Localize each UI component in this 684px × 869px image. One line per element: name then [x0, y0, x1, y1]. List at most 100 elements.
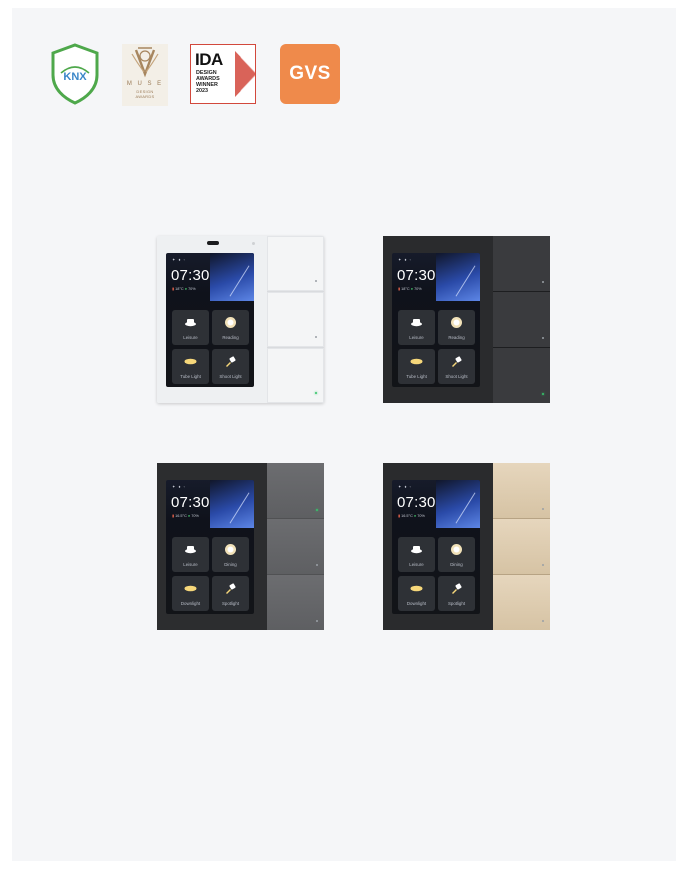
switch-key[interactable] — [267, 348, 324, 403]
switch-key[interactable] — [493, 236, 550, 291]
humidity-icon: ● — [184, 287, 187, 291]
switch-key[interactable] — [267, 236, 324, 291]
switch-key[interactable] — [493, 463, 550, 518]
scene-tile[interactable]: Leisure — [172, 537, 209, 572]
clock: 07:30 — [397, 267, 436, 284]
switch-key[interactable] — [267, 292, 324, 347]
ida-award-text: DESIGN AWARDS WINNER 2023 — [196, 70, 220, 94]
muse-design-awards-badge: M U S E DESIGN AWARDS — [122, 44, 168, 106]
status-bar: ✦ ♦ ◦ — [172, 484, 187, 489]
scene-tile[interactable]: Downlight — [172, 576, 209, 611]
climate-readout: ▮ 18°C ● 70% — [398, 287, 422, 291]
thermometer-icon: ▮ — [398, 287, 401, 291]
panel-gold: ✦ ♦ ◦ 07:30 ▮ 16.5°C ● 70% Leisure Dinin… — [383, 463, 550, 630]
panel-black: ✦ ♦ ◦ 07:30 ▮ 18°C ● 70% Leisure Reading… — [383, 236, 550, 403]
ida-design-awards-badge: IDA DESIGN AWARDS WINNER 2023 — [190, 44, 256, 104]
led-indicator — [315, 280, 317, 282]
status-bar: ✦ ♦ ◦ — [172, 257, 187, 262]
switch-key[interactable] — [493, 519, 550, 574]
muse-laurel-logo — [131, 47, 159, 78]
scene-tile[interactable]: Spotlight — [438, 576, 475, 611]
clock: 07:30 — [171, 494, 210, 511]
key-column — [493, 463, 550, 630]
scene-tile[interactable]: Shoot Light — [438, 349, 475, 384]
cup-icon — [185, 319, 196, 327]
lamp-icon — [451, 544, 462, 555]
tube-light-icon — [184, 358, 197, 365]
spot-light-icon — [452, 583, 462, 594]
led-indicator — [316, 509, 318, 511]
svg-text:KNX: KNX — [63, 71, 87, 83]
led-indicator — [542, 337, 544, 339]
lamp-icon — [451, 317, 462, 328]
cup-icon — [185, 546, 196, 554]
cup-icon — [411, 319, 422, 327]
led-indicator — [315, 392, 317, 394]
switch-key[interactable] — [493, 575, 550, 630]
clock: 07:30 — [397, 494, 436, 511]
camera — [207, 241, 219, 245]
key-column — [267, 463, 324, 630]
humidity-icon: ● — [187, 514, 191, 518]
led-indicator — [316, 564, 318, 566]
switch-key[interactable] — [493, 292, 550, 347]
tube-light-icon — [410, 585, 423, 592]
led-indicator — [542, 508, 544, 510]
led-indicator — [316, 620, 318, 622]
touch-screen: ✦ ♦ ◦ 07:30 ▮ 16.5°C ● 70% Leisure Dinin… — [166, 480, 254, 614]
key-column — [493, 236, 550, 403]
key-column — [267, 236, 324, 403]
lamp-icon — [225, 317, 236, 328]
ida-triangle-logo — [235, 51, 255, 97]
scene-tile[interactable]: Downlight — [398, 576, 435, 611]
tube-light-icon — [184, 585, 197, 592]
muse-subtitle: DESIGN AWARDS — [135, 89, 155, 99]
scene-tile[interactable]: Dining — [438, 537, 475, 572]
humidity-icon: ● — [410, 287, 413, 291]
gvs-logo-badge: GVS — [280, 44, 340, 104]
panel-grey: ✦ ♦ ◦ 07:30 ▮ 16.5°C ● 70% Leisure Dinin… — [157, 463, 324, 630]
scene-tile[interactable]: Reading — [212, 310, 249, 345]
led-indicator — [542, 620, 544, 622]
status-bar: ✦ ♦ ◦ — [398, 484, 413, 489]
scene-tile[interactable]: Reading — [438, 310, 475, 345]
switch-key[interactable] — [493, 348, 550, 403]
spot-light-icon — [226, 356, 236, 367]
led-indicator — [542, 564, 544, 566]
ida-logo-text: IDA — [195, 50, 223, 69]
scene-tile[interactable]: Shoot Light — [212, 349, 249, 384]
clock: 07:30 — [171, 267, 210, 284]
scene-tile[interactable]: Leisure — [398, 537, 435, 572]
cup-icon — [411, 546, 422, 554]
scene-tile[interactable]: Dining — [212, 537, 249, 572]
thermometer-icon: ▮ — [398, 514, 401, 518]
screen-bezel: ✦ ♦ ◦ 07:30 ▮ 18°C ● 70% Leisure Reading… — [157, 236, 267, 403]
switch-key[interactable] — [267, 463, 324, 518]
thermometer-icon: ▮ — [172, 287, 175, 291]
scene-tile[interactable]: Spotlight — [212, 576, 249, 611]
switch-key[interactable] — [267, 519, 324, 574]
switch-key[interactable] — [267, 575, 324, 630]
product-card: KNX M U S E DESIGN AWARDS IDA DESIGN AWAR… — [12, 8, 676, 861]
humidity-icon: ● — [413, 514, 417, 518]
led-indicator — [315, 336, 317, 338]
spot-light-icon — [226, 583, 236, 594]
climate-readout: ▮ 16.5°C ● 70% — [398, 514, 425, 518]
touch-screen: ✦ ♦ ◦ 07:30 ▮ 18°C ● 70% Leisure Reading… — [166, 253, 254, 387]
climate-readout: ▮ 16.5°C ● 70% — [172, 514, 199, 518]
light-sensor — [252, 242, 255, 245]
lamp-icon — [225, 544, 236, 555]
scene-tile[interactable]: Tube Light — [172, 349, 209, 384]
spot-light-icon — [452, 356, 462, 367]
touch-screen: ✦ ♦ ◦ 07:30 ▮ 18°C ● 70% Leisure Reading… — [392, 253, 480, 387]
scene-tile[interactable]: Leisure — [398, 310, 435, 345]
led-indicator — [542, 393, 544, 395]
thermometer-icon: ▮ — [172, 514, 175, 518]
screen-bezel: ✦ ♦ ◦ 07:30 ▮ 18°C ● 70% Leisure Reading… — [383, 236, 493, 403]
scene-tile[interactable]: Leisure — [172, 310, 209, 345]
climate-readout: ▮ 18°C ● 70% — [172, 287, 196, 291]
scene-tile[interactable]: Tube Light — [398, 349, 435, 384]
led-indicator — [542, 281, 544, 283]
panel-white: ✦ ♦ ◦ 07:30 ▮ 18°C ● 70% Leisure Reading… — [157, 236, 324, 403]
touch-screen: ✦ ♦ ◦ 07:30 ▮ 16.5°C ● 70% Leisure Dinin… — [392, 480, 480, 614]
